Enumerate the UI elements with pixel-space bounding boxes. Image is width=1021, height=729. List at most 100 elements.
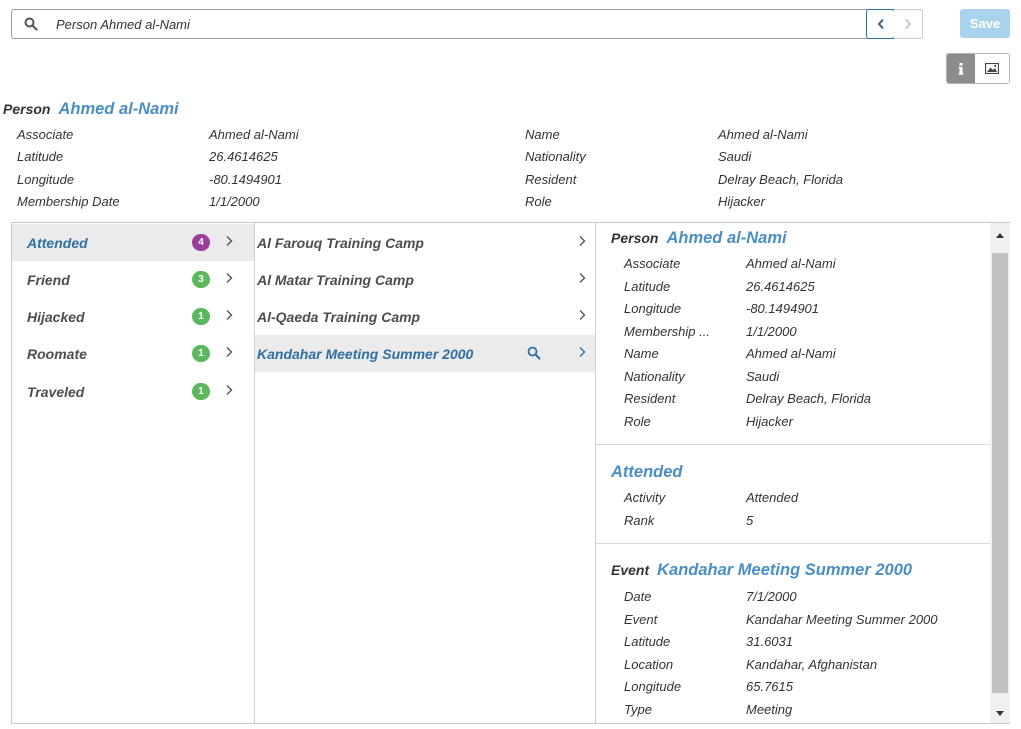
chevron-right-icon <box>226 236 233 246</box>
property-key: Longitude <box>624 301 682 316</box>
property-row: Associate Ahmed al-Nami <box>17 127 467 147</box>
entity-item[interactable]: Al-Qaeda Training Camp <box>255 298 595 335</box>
relationship-label: Attended <box>27 235 88 251</box>
property-key: Role <box>525 194 552 209</box>
property-key: Rank <box>624 513 655 528</box>
property-key: Resident <box>525 172 577 187</box>
property-key: Resident <box>624 391 676 406</box>
relationship-list: Attended 4 Friend 3 Hijacked 1 Roomate 1… <box>12 223 255 723</box>
relationship-item-hijacked[interactable]: Hijacked 1 <box>12 298 254 335</box>
property-row: Membership ... 1/1/2000 <box>624 324 984 342</box>
relationship-item-traveled[interactable]: Traveled 1 <box>12 373 254 410</box>
info-icon <box>958 62 964 75</box>
detail-scrollbar[interactable] <box>990 223 1010 723</box>
property-value: Saudi <box>718 149 752 164</box>
count-badge: 4 <box>192 234 210 251</box>
property-value: Delray Beach, Florida <box>718 172 843 187</box>
property-row: Longitude -80.1494901 <box>17 172 467 192</box>
chevron-right-icon <box>579 347 586 357</box>
search-bar <box>11 9 923 39</box>
chevron-right-icon <box>579 273 586 283</box>
detail-pane: Person Ahmed al-Nami Associate Ahmed al-N… <box>596 223 990 723</box>
entity-name: Kandahar Meeting Summer 2000 <box>657 561 913 579</box>
info-view-button[interactable] <box>947 54 975 83</box>
relationship-item-roomate[interactable]: Roomate 1 <box>12 335 254 372</box>
property-key: Event <box>624 612 658 627</box>
property-value: Meeting <box>746 702 793 717</box>
property-value: 1/1/2000 <box>746 324 797 339</box>
property-value: 1/1/2000 <box>209 194 260 209</box>
property-key: Membership Date <box>17 194 120 209</box>
property-value: Ahmed al-Nami <box>746 346 836 361</box>
property-key: Activity <box>624 490 666 505</box>
entity-label: Al Farouq Training Camp <box>257 235 424 251</box>
property-value: Ahmed al-Nami <box>746 256 836 271</box>
entity-item[interactable]: Al Matar Training Camp <box>255 261 595 298</box>
image-icon <box>985 63 999 74</box>
property-row: Latitude 31.6031 <box>624 634 984 652</box>
property-key: Location <box>624 657 674 672</box>
scroll-up-button[interactable] <box>990 225 1010 245</box>
property-key: Associate <box>624 256 681 271</box>
property-key: Name <box>624 346 659 361</box>
property-value: 5 <box>746 513 754 528</box>
property-row: Associate Ahmed al-Nami <box>624 256 984 274</box>
save-button[interactable]: Save <box>960 9 1010 38</box>
property-value: Kandahar Meeting Summer 2000 <box>746 612 938 627</box>
image-view-button[interactable] <box>975 54 1009 83</box>
property-row: Role Hijacker <box>525 194 1005 214</box>
chevron-right-icon <box>226 385 233 395</box>
scroll-down-button[interactable] <box>990 703 1010 723</box>
property-value: -80.1494901 <box>746 301 820 316</box>
property-value: 31.6031 <box>746 634 793 649</box>
property-row: Nationality Saudi <box>624 369 984 387</box>
chevron-right-icon <box>579 236 586 246</box>
relationship-label: Roomate <box>27 346 87 362</box>
property-row: Rank 5 <box>624 513 984 531</box>
property-value: Hijacker <box>746 414 793 429</box>
detail-event-title: Event Kandahar Meeting Summer 2000 <box>611 561 912 580</box>
chevron-right-icon <box>226 273 233 283</box>
property-key: Longitude <box>17 172 75 187</box>
entity-type-label: Person <box>3 101 51 117</box>
property-key: Role <box>624 414 651 429</box>
search-icon[interactable] <box>527 346 541 360</box>
entity-properties: Associate Ahmed al-Nami Latitude 26.4614… <box>17 127 1017 217</box>
entity-name: Ahmed al-Nami <box>58 100 179 118</box>
property-key: Latitude <box>17 149 64 164</box>
relationship-label: Hijacked <box>27 309 85 325</box>
back-button[interactable] <box>866 9 895 39</box>
entity-type-label: Event <box>611 562 650 578</box>
entity-type-label: Person <box>611 230 659 246</box>
property-key: Date <box>624 589 652 604</box>
relationship-item-attended[interactable]: Attended 4 <box>12 224 254 261</box>
property-row: Type Meeting <box>624 702 984 720</box>
property-key: Nationality <box>624 369 685 384</box>
property-row: Location Kandahar, Afghanistan <box>624 657 984 675</box>
forward-button[interactable] <box>894 9 923 39</box>
count-badge: 1 <box>192 345 210 362</box>
count-badge: 1 <box>192 308 210 325</box>
browser-panel: Attended 4 Friend 3 Hijacked 1 Roomate 1… <box>11 222 1010 724</box>
property-value: -80.1494901 <box>209 172 283 187</box>
chevron-right-icon <box>579 310 586 320</box>
property-key: Latitude <box>624 634 671 649</box>
property-key: Associate <box>17 127 74 142</box>
entity-item-selected[interactable]: Kandahar Meeting Summer 2000 <box>255 335 595 372</box>
property-value: Ahmed al-Nami <box>209 127 299 142</box>
search-input[interactable] <box>56 15 856 33</box>
triangle-up-icon <box>996 232 1004 238</box>
scroll-thumb[interactable] <box>992 253 1008 693</box>
relationship-label: Friend <box>27 272 70 288</box>
relationship-item-friend[interactable]: Friend 3 <box>12 261 254 298</box>
property-row: Name Ahmed al-Nami <box>624 346 984 364</box>
property-key: Latitude <box>624 279 671 294</box>
property-row: Activity Attended <box>624 490 984 508</box>
property-row: Date 7/1/2000 <box>624 589 984 607</box>
property-row: Role Hijacker <box>624 414 984 432</box>
property-key: Type <box>624 702 652 717</box>
entity-item[interactable]: Al Farouq Training Camp <box>255 224 595 261</box>
chevron-right-icon <box>226 347 233 357</box>
divider <box>596 444 990 445</box>
entity-label: Al-Qaeda Training Camp <box>257 309 421 325</box>
